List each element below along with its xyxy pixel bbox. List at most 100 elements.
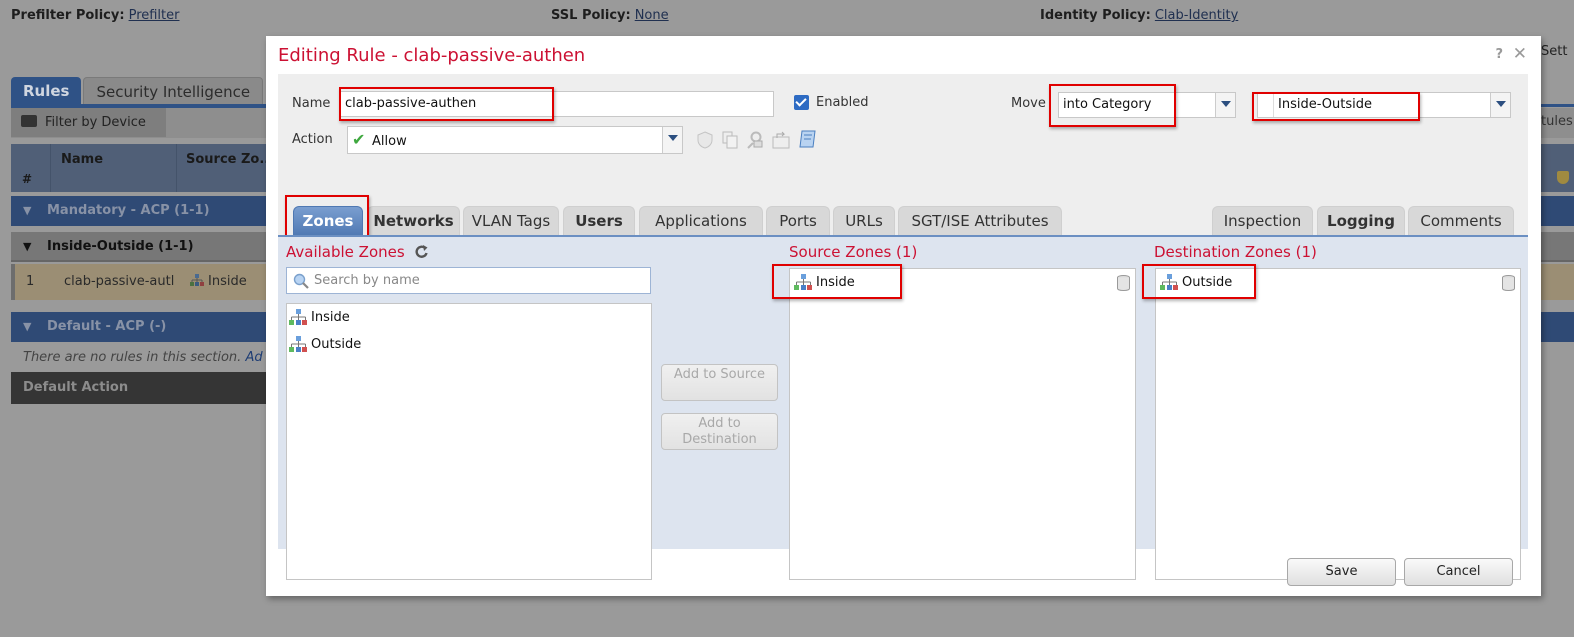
filter-by-device-button[interactable]: Filter by Device — [11, 108, 166, 137]
prefilter-policy-link[interactable]: Prefilter — [129, 8, 180, 23]
dialog-body: Name clab-passive-authen Enabled Move in… — [278, 74, 1528, 580]
tab-vlan-tags[interactable]: VLAN Tags — [463, 206, 559, 236]
add-to-destination-button[interactable]: Add to Destination — [661, 413, 778, 450]
column-number: # — [22, 172, 33, 186]
ssl-policy: SSL Policy: None — [551, 8, 669, 23]
tab-ports[interactable]: Ports — [766, 206, 830, 236]
ssl-policy-label: SSL Policy: — [551, 8, 631, 23]
tab-rules[interactable]: Rules — [11, 77, 82, 105]
zone-name: Inside — [311, 309, 350, 325]
category-select[interactable]: Inside-Outside — [1257, 92, 1511, 118]
move-label: Move — [1011, 96, 1046, 111]
right-toolbar: tules — [1541, 108, 1574, 138]
shield-icon — [1557, 171, 1569, 184]
search-placeholder: Search by name — [314, 273, 420, 288]
ssl-policy-link[interactable]: None — [635, 8, 669, 23]
prefilter-policy-label: Prefilter Policy: — [11, 8, 125, 23]
action-select[interactable]: ✔ Allow — [347, 126, 683, 154]
settings-partial-label: Sett — [1541, 44, 1568, 59]
enabled-label: Enabled — [816, 95, 869, 110]
available-zone-item[interactable]: Outside — [289, 336, 361, 352]
add-to-source-button[interactable]: Add to Source — [661, 364, 778, 401]
tab-zones[interactable]: Zones — [293, 206, 363, 236]
editing-rule-dialog: Editing Rule - clab-passive-authen ? ✕ N… — [266, 36, 1541, 596]
source-zone-item[interactable]: Inside — [794, 274, 855, 290]
zone-icon — [289, 309, 307, 325]
save-button[interactable]: Save — [1287, 558, 1396, 586]
zone-name: Inside — [816, 274, 855, 290]
tab-users[interactable]: Users — [563, 206, 635, 236]
row-source-zone: Inside — [208, 274, 247, 289]
move-select-value: into Category — [1063, 97, 1152, 112]
tab-urls[interactable]: URLs — [833, 206, 895, 236]
collapse-triangle-icon: ▼ — [23, 320, 32, 333]
category-select-value: Inside-Outside — [1278, 97, 1372, 112]
search-zones-input[interactable]: Search by name — [286, 267, 651, 294]
move-select[interactable]: into Category — [1058, 92, 1236, 118]
source-zones-title: Source Zones (1) — [789, 243, 918, 261]
row-number: 1 — [26, 274, 35, 289]
tab-comments[interactable]: Comments — [1408, 206, 1514, 236]
rules-table-header: # Name Source Zo... — [11, 144, 271, 192]
row-name: clab-passive-autl — [64, 274, 175, 289]
copy-icon[interactable] — [721, 131, 739, 149]
chevron-down-icon[interactable] — [1490, 93, 1510, 117]
lock-key-icon[interactable] — [746, 131, 764, 149]
no-rules-text: There are no rules in this section. — [23, 350, 242, 365]
prefilter-policy: Prefilter Policy: Prefilter — [11, 8, 180, 23]
zone-icon — [190, 274, 204, 290]
right-header — [1541, 144, 1574, 192]
chevron-down-icon[interactable] — [662, 127, 682, 153]
binoculars-icon — [21, 115, 37, 127]
action-select-value: Allow — [372, 134, 407, 149]
help-icon[interactable]: ? — [1495, 47, 1503, 62]
tab-networks[interactable]: Networks — [367, 206, 460, 236]
rules-partial-label: tules — [1541, 114, 1573, 129]
tab-inspection[interactable]: Inspection — [1212, 206, 1313, 236]
action-label: Action — [292, 132, 333, 147]
tab-applications[interactable]: Applications — [639, 206, 763, 236]
zone-name: Outside — [311, 336, 362, 352]
tab-logging[interactable]: Logging — [1317, 206, 1405, 236]
refresh-icon[interactable] — [414, 244, 430, 260]
trash-icon[interactable] — [1117, 275, 1130, 291]
cancel-button[interactable]: Cancel — [1404, 558, 1513, 586]
shield-icon[interactable] — [696, 131, 714, 149]
identity-policy-link[interactable]: Clab-Identity — [1155, 8, 1238, 23]
name-input[interactable]: clab-passive-authen — [340, 91, 774, 117]
chevron-down-icon[interactable] — [1215, 93, 1235, 117]
rule-tabs: Zones Networks VLAN Tags Users Applicati… — [278, 206, 1528, 236]
folder-move-icon[interactable] — [772, 131, 790, 149]
close-icon[interactable]: ✕ — [1513, 44, 1527, 64]
filter-toolbar: Filter by Device — [11, 108, 271, 138]
destination-zone-item[interactable]: Outside — [1160, 274, 1232, 290]
checkmark-icon: ✔ — [352, 130, 366, 149]
column-name[interactable]: Name — [61, 152, 103, 167]
zone-name: Outside — [1182, 274, 1233, 290]
zones-panel: Available Zones Search by name Inside Ou… — [278, 237, 1528, 580]
collapse-triangle-icon: ▼ — [23, 204, 32, 217]
scroll-icon[interactable] — [798, 129, 818, 149]
identity-policy: Identity Policy: Clab-Identity — [1040, 8, 1238, 23]
add-rule-link[interactable]: Ad — [245, 350, 262, 365]
available-zones-list: Inside Outside — [286, 303, 652, 580]
identity-policy-label: Identity Policy: — [1040, 8, 1151, 23]
zone-icon — [794, 274, 812, 290]
enabled-checkbox[interactable] — [794, 95, 809, 110]
trash-icon[interactable] — [1502, 275, 1515, 291]
search-icon — [293, 273, 309, 289]
default-action-bar: Default Action — [11, 372, 271, 404]
available-zone-item[interactable]: Inside — [289, 309, 350, 325]
right-tabline — [1541, 104, 1574, 107]
filter-by-device-label: Filter by Device — [45, 115, 146, 130]
tab-security-intelligence[interactable]: Security Intelligence — [83, 77, 264, 105]
collapse-triangle-icon: ▼ — [23, 240, 32, 253]
name-label: Name — [292, 96, 331, 111]
section-default-label: Default - ACP (-) — [47, 319, 167, 334]
available-zones-title: Available Zones — [286, 243, 405, 261]
column-source-zones[interactable]: Source Zo... — [176, 144, 271, 192]
no-rules-message: There are no rules in this section. Ad — [23, 350, 263, 365]
tab-sgt-ise-attributes[interactable]: SGT/ISE Attributes — [898, 206, 1062, 236]
section-mandatory-label: Mandatory - ACP (1-1) — [47, 203, 210, 218]
category-inside-outside-label: Inside-Outside (1-1) — [47, 239, 194, 254]
